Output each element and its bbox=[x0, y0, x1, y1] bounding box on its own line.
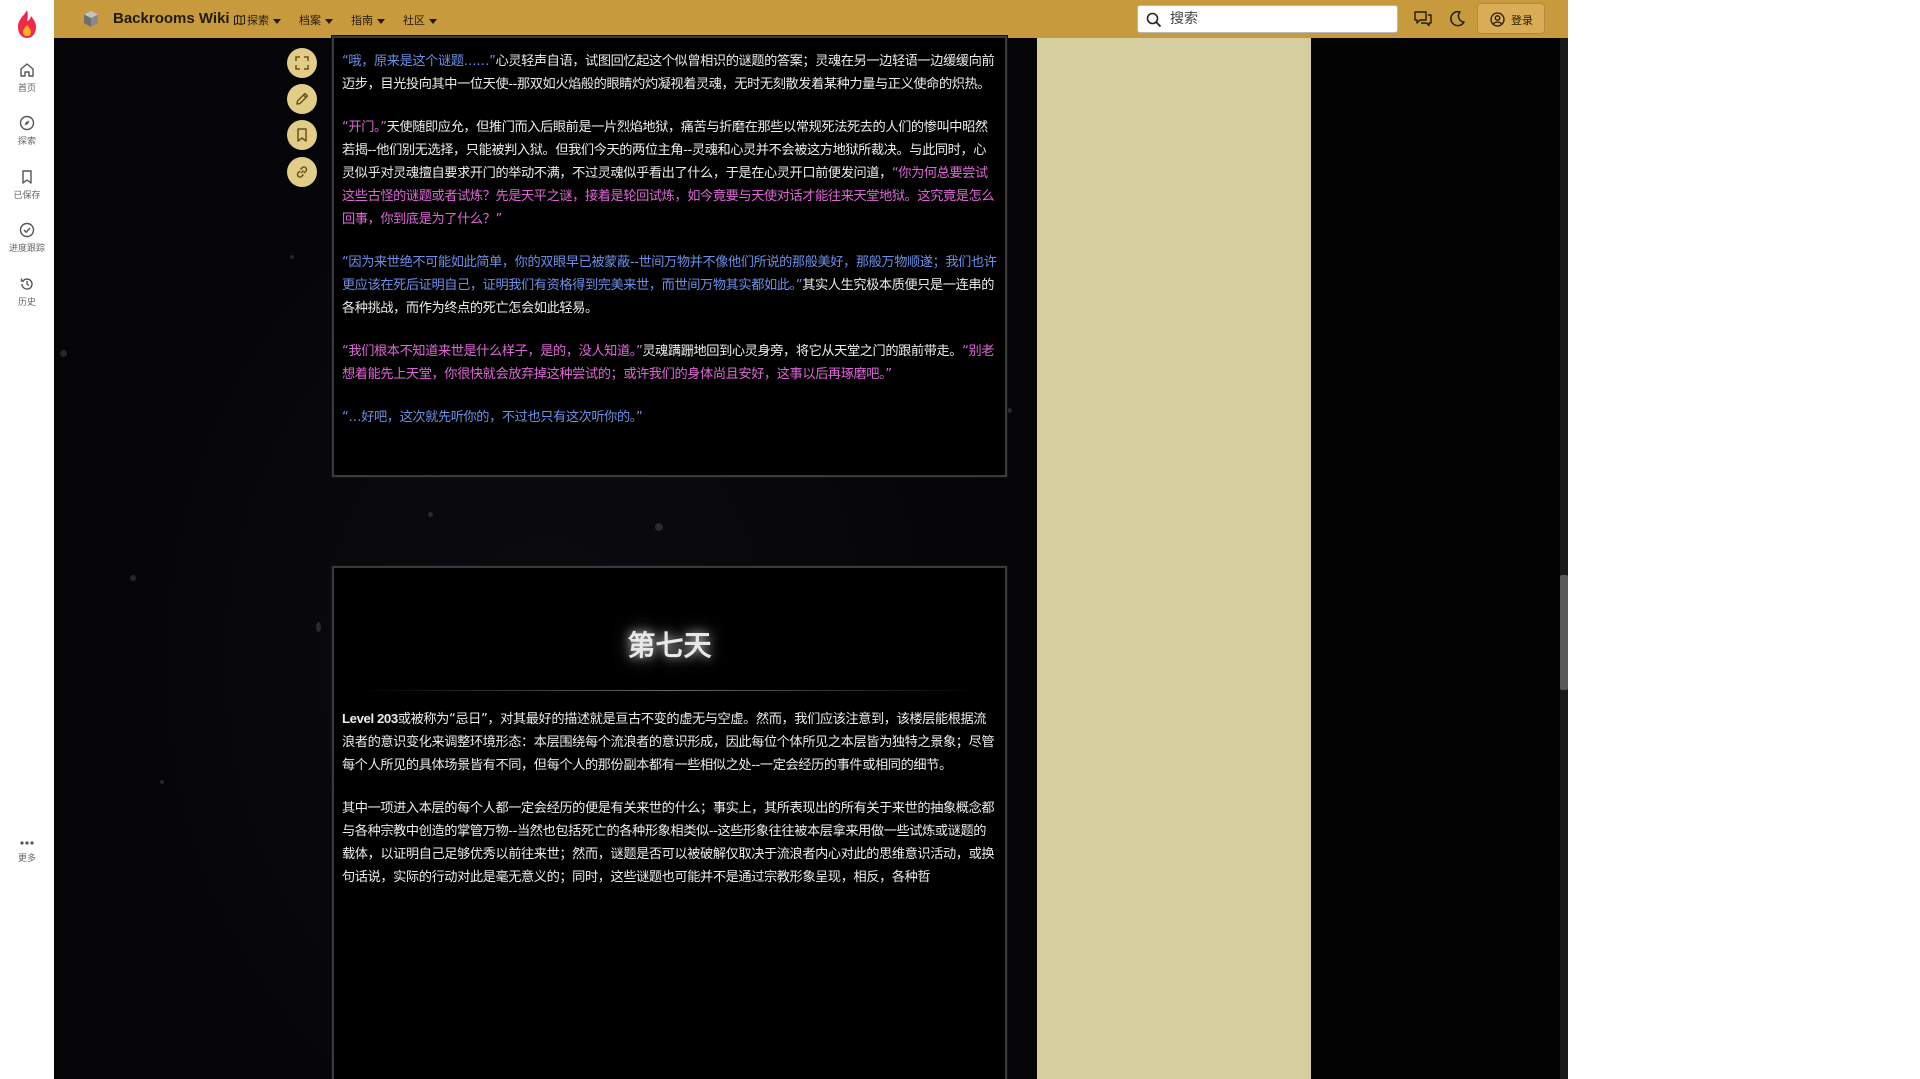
ambient-dot bbox=[316, 622, 321, 632]
story-paragraph: Level 203或被称为“忌日”，对其最好的描述就是亘古不变的虚无与空虚。然而… bbox=[342, 707, 997, 777]
narration: 灵魂蹒跚地回到心灵身旁，将它从天堂之门的跟前带走。 bbox=[642, 344, 963, 359]
nav-guide[interactable]: 指南 bbox=[351, 12, 385, 28]
sidebar-item-label: 首页 bbox=[17, 84, 36, 94]
sidebar-item-label: 探索 bbox=[17, 137, 36, 147]
fullscreen-icon bbox=[295, 56, 309, 70]
bookmark-icon bbox=[297, 128, 307, 142]
sidebar-item-label: 更多 bbox=[17, 854, 36, 864]
history-icon bbox=[20, 278, 33, 290]
chevron-down-icon bbox=[273, 18, 281, 24]
edit-icon bbox=[296, 92, 309, 105]
sidebar-item-label: 历史 bbox=[17, 298, 36, 308]
edit-button[interactable] bbox=[287, 84, 317, 114]
dialogue-soul: “我们根本不知道来世是什么样子，是的，没人知道。” bbox=[342, 344, 643, 359]
story-box-day-six: “哦，原来是这个谜题……”心灵轻声自语，试图回忆起这个似曾相识的谜题的答案；灵魂… bbox=[332, 36, 1007, 477]
right-sidebar-panel bbox=[1037, 38, 1311, 1079]
day-title: 第七天 bbox=[627, 629, 712, 662]
scrollbar-thumb[interactable] bbox=[1560, 575, 1568, 690]
chevron-down-icon bbox=[429, 18, 437, 24]
bookmark-icon bbox=[22, 170, 32, 184]
right-margin bbox=[1311, 38, 1560, 1079]
chevron-down-icon bbox=[377, 18, 385, 24]
discussions-icon[interactable] bbox=[1413, 9, 1433, 29]
search-input[interactable] bbox=[1170, 9, 1390, 29]
ambient-dot bbox=[160, 780, 164, 784]
sidebar-item-label: 进度跟踪 bbox=[8, 244, 45, 254]
ambient-dot bbox=[290, 255, 294, 259]
narration: 其中一项进入本层的每个人都一定会经历的便是有关来世的什么；事实上，其所表现出的所… bbox=[342, 801, 995, 885]
login-button[interactable]: 登录 bbox=[1477, 3, 1545, 34]
story-paragraph: “我们根本不知道来世是什么样子，是的，没人知道。”灵魂蹒跚地回到心灵身旁，将它从… bbox=[342, 340, 997, 386]
map-icon bbox=[234, 14, 245, 26]
nav-community[interactable]: 社区 bbox=[403, 12, 437, 28]
user-icon bbox=[1490, 12, 1505, 27]
level-name: Level 203 bbox=[342, 711, 398, 726]
ambient-dot bbox=[655, 523, 663, 531]
dialogue-soul: “开门。” bbox=[342, 120, 387, 135]
story-paragraph: “因为来世绝不可能如此简单，你的双眼早已被蒙蔽--世间万物并不像他们所说的那般美… bbox=[342, 251, 997, 320]
fullscreen-button[interactable] bbox=[287, 48, 317, 78]
wiki-logo-icon[interactable] bbox=[14, 8, 40, 40]
nav-explore[interactable]: 探索 bbox=[234, 12, 281, 28]
dialogue-mind: “…好吧，这次就先听你的，不过也只有这次听你的。” bbox=[342, 410, 643, 425]
ambient-dot bbox=[60, 350, 67, 357]
narration: 或被称为“忌日”，对其最好的描述就是亘古不变的虚无与空虚。然而，我们应该注意到，… bbox=[342, 712, 995, 773]
left-sidebar: 首页 探索 已保存 进度跟踪 历史 更多 bbox=[0, 0, 54, 1079]
ambient-dot bbox=[428, 512, 433, 517]
story-paragraph: “…好吧，这次就先听你的，不过也只有这次听你的。” bbox=[342, 406, 997, 429]
site-logo-icon[interactable] bbox=[82, 10, 100, 28]
sidebar-item-home[interactable]: 首页 bbox=[0, 62, 54, 94]
narration: 天使随即应允，但推门而入后眼前是一片烈焰地狱，痛苦与折磨在那些以常规死法死去的人… bbox=[342, 120, 988, 181]
check-circle-icon bbox=[19, 222, 35, 238]
copy-link-button[interactable] bbox=[287, 157, 317, 187]
bookmark-button[interactable] bbox=[287, 120, 317, 150]
compass-icon bbox=[19, 115, 35, 131]
nav-label: 社区 bbox=[403, 14, 425, 27]
ambient-dot bbox=[130, 575, 136, 581]
login-label: 登录 bbox=[1511, 14, 1533, 27]
story-paragraph: “哦，原来是这个谜题……”心灵轻声自语，试图回忆起这个似曾相识的谜题的答案；灵魂… bbox=[342, 50, 997, 96]
sidebar-item-explore[interactable]: 探索 bbox=[0, 115, 54, 147]
story-paragraph: “开门。”天使随即应允，但推门而入后眼前是一片烈焰地狱，痛苦与折磨在那些以常规死… bbox=[342, 116, 997, 231]
sidebar-item-progress[interactable]: 进度跟踪 bbox=[0, 222, 54, 254]
dark-mode-icon[interactable] bbox=[1447, 9, 1467, 29]
story-box-day-seven: 第七天 Level 203或被称为“忌日”，对其最好的描述就是亘古不变的虚无与空… bbox=[332, 566, 1007, 1079]
sidebar-item-label: 已保存 bbox=[13, 191, 41, 201]
nav-archive[interactable]: 档案 bbox=[299, 12, 333, 28]
page-outer-area bbox=[1568, 0, 1920, 1079]
site-title[interactable]: Backrooms Wiki bbox=[113, 10, 230, 27]
divider bbox=[359, 690, 980, 691]
ambient-dot bbox=[1007, 408, 1012, 413]
search-icon bbox=[1146, 12, 1162, 28]
sidebar-item-more[interactable]: 更多 bbox=[0, 838, 54, 864]
dialogue-mind: “哦，原来是这个谜题……” bbox=[342, 54, 496, 69]
nav-label: 指南 bbox=[351, 14, 373, 27]
link-icon bbox=[296, 166, 308, 178]
search-box[interactable] bbox=[1137, 5, 1398, 33]
nav-label: 档案 bbox=[299, 14, 321, 27]
chevron-down-icon bbox=[325, 18, 333, 24]
sidebar-item-history[interactable]: 历史 bbox=[0, 276, 54, 308]
scrollbar-track[interactable] bbox=[1560, 38, 1568, 1079]
more-icon bbox=[20, 841, 34, 845]
sidebar-item-saved[interactable]: 已保存 bbox=[0, 169, 54, 201]
home-icon bbox=[20, 63, 34, 77]
nav-label: 探索 bbox=[247, 14, 269, 27]
story-paragraph: 其中一项进入本层的每个人都一定会经历的便是有关来世的什么；事实上，其所表现出的所… bbox=[342, 797, 997, 889]
